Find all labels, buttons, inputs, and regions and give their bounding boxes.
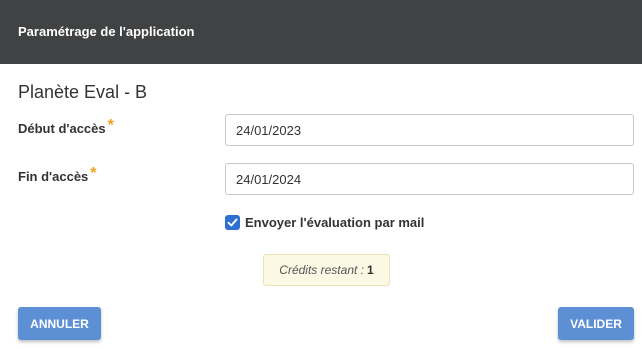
end-date-label: Fin d'accès *	[18, 165, 97, 186]
send-mail-option[interactable]: Envoyer l'évaluation par mail	[225, 215, 424, 230]
dialog-header: Paramétrage de l'application	[0, 0, 642, 64]
start-date-input[interactable]	[225, 114, 634, 146]
credits-remaining-badge: Crédits restant : 1	[263, 254, 390, 286]
required-asterisk-icon: *	[90, 165, 97, 182]
end-date-input[interactable]	[225, 163, 634, 195]
validate-button[interactable]: VALIDER	[558, 307, 634, 340]
start-date-label-text: Début d'accès	[18, 121, 106, 136]
credits-value: 1	[367, 263, 374, 277]
application-name: Planète Eval - B	[18, 82, 148, 102]
credits-label: Crédits restant :	[279, 263, 364, 277]
send-mail-label: Envoyer l'évaluation par mail	[245, 215, 425, 230]
settings-dialog: Paramétrage de l'application Planète Eva…	[0, 0, 642, 349]
send-mail-checkbox[interactable]	[225, 215, 240, 230]
end-date-label-text: Fin d'accès	[18, 169, 89, 184]
checkmark-icon	[227, 218, 238, 227]
dialog-title: Paramétrage de l'application	[18, 24, 195, 39]
required-asterisk-icon: *	[107, 117, 114, 134]
cancel-button[interactable]: ANNULER	[18, 307, 101, 340]
start-date-label: Début d'accès *	[18, 117, 114, 138]
